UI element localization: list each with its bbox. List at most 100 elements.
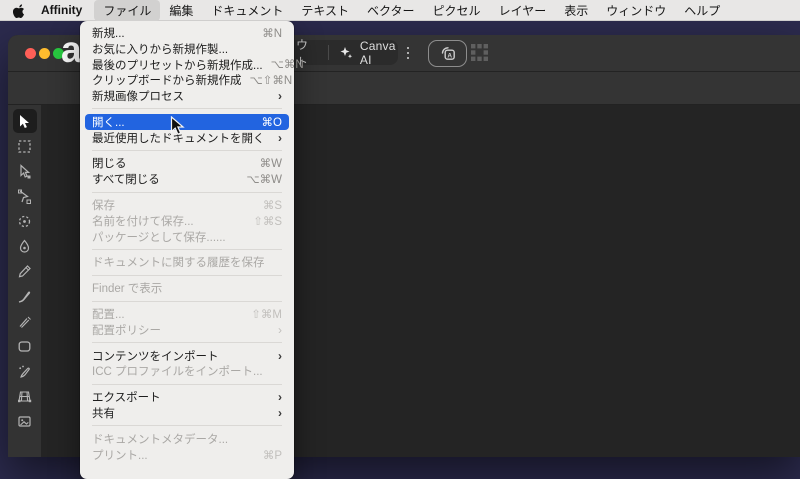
menu-separator	[92, 191, 282, 193]
menu-item-shortcut: ⌥⌘W	[246, 174, 282, 187]
menu-item-shortcut: ⇧⌘S	[253, 215, 282, 228]
menu-item-shortcut: ⌘P	[262, 449, 282, 462]
menu-item-label: 保存	[92, 200, 115, 213]
menu-separator	[92, 383, 282, 385]
menu-item-label: 共有	[92, 408, 115, 421]
menu-item-label: 新規...	[92, 27, 125, 40]
menu-item-shortcut: ⌘N	[262, 27, 282, 40]
toolbar-divider	[328, 45, 329, 60]
menu-item-show-in-finder: Finder で表示	[85, 280, 289, 296]
menu-item-label: 閉じる	[92, 158, 127, 171]
menubar-item-text[interactable]: テキスト	[292, 0, 358, 21]
menubar-item-view[interactable]: 表示	[555, 0, 597, 21]
menu-item-document-metadata: ドキュメントメタデータ...	[85, 431, 289, 447]
menu-item-label: プリント...	[92, 449, 148, 462]
menubar-item-edit[interactable]: 編集	[160, 0, 202, 21]
menu-item-label: ドキュメントに関する履歴を保存	[92, 257, 265, 270]
pixel-brush-tool[interactable]	[13, 359, 37, 383]
menubar-item-document[interactable]: ドキュメント	[202, 0, 292, 21]
menu-item-export[interactable]: エクスポート ›	[85, 389, 289, 405]
selection-brush-tool[interactable]	[13, 209, 37, 233]
menu-item-new[interactable]: 新規... ⌘N	[85, 25, 289, 41]
menu-item-label: ICC プロファイルをインポート...	[92, 366, 263, 379]
menu-item-save: 保存 ⌘S	[85, 197, 289, 213]
menu-item-new-from-favorites[interactable]: お気に入りから新規作製...	[85, 41, 289, 57]
shape-tool[interactable]	[13, 334, 37, 358]
menu-item-new-from-last-preset[interactable]: 最後のプリセットから新規作成... ⌥⌘N	[85, 57, 304, 73]
apple-logo-icon[interactable]	[13, 3, 26, 18]
marquee-selection-tool[interactable]	[13, 134, 37, 158]
svg-text:A: A	[447, 52, 452, 59]
menu-item-save-as-package: パッケージとして保存......	[85, 229, 289, 245]
menu-item-place-policy: 配置ポリシー ›	[85, 322, 289, 338]
pen-tool[interactable]	[13, 234, 37, 258]
menu-item-place: 配置... ⇧⌘M	[85, 306, 289, 322]
menu-separator	[92, 300, 282, 302]
menu-item-import-icc-profile: ICC プロファイルをインポート...	[85, 364, 289, 380]
menu-item-label: クリップボードから新規作成	[92, 75, 242, 88]
menu-item-label: パッケージとして保存......	[92, 231, 226, 244]
submenu-arrow-icon: ›	[278, 89, 282, 104]
menu-item-label: Finder で表示	[92, 283, 163, 296]
menubar-item-window[interactable]: ウィンドウ	[597, 0, 675, 21]
studio-grid-icon[interactable]	[471, 44, 488, 61]
menubar-item-affinity[interactable]: Affinity	[32, 1, 94, 19]
menu-item-label: エクスポート	[92, 392, 161, 405]
menubar-item-layer[interactable]: レイヤー	[490, 0, 556, 21]
file-menu-dropdown: 新規... ⌘N お気に入りから新規作製... 最後のプリセットから新規作成..…	[80, 21, 304, 479]
menu-item-label: お気に入りから新規作製...	[92, 43, 229, 56]
menu-item-close[interactable]: 閉じる ⌘W	[85, 156, 289, 172]
menu-item-label: コンテンツをインポート	[92, 350, 219, 363]
menu-item-share[interactable]: 共有 ›	[85, 405, 289, 421]
menu-item-shortcut: ⌥⇧⌘N	[249, 75, 293, 88]
close-window-button[interactable]	[25, 48, 36, 59]
menu-item-new-image-process[interactable]: 新規画像プロセス ›	[85, 88, 289, 104]
image-frame-tool[interactable]	[13, 409, 37, 433]
menubar-item-vector[interactable]: ベクター	[358, 0, 424, 21]
menu-separator	[92, 274, 282, 276]
mouse-cursor	[170, 115, 186, 141]
menu-separator	[92, 425, 282, 427]
menu-item-print: プリント... ⌘P	[85, 447, 289, 463]
menu-item-open[interactable]: 開く... ⌘O	[85, 113, 289, 130]
pencil-tool[interactable]	[13, 259, 37, 283]
menu-item-shortcut: ⌘S	[262, 200, 282, 213]
persona-switch-button[interactable]: A	[428, 40, 467, 67]
menu-item-shortcut: ⌘W	[259, 158, 282, 171]
menu-item-label: すべて閉じる	[92, 174, 160, 187]
vector-brush-tool[interactable]	[13, 284, 37, 308]
menubar-item-help[interactable]: ヘルプ	[675, 0, 729, 21]
more-options-kebab-icon[interactable]	[402, 43, 414, 63]
menu-item-shortcut: ⌥⌘N	[270, 59, 304, 72]
submenu-arrow-icon: ›	[278, 322, 282, 337]
menu-item-import-content[interactable]: コンテンツをインポート ›	[85, 348, 289, 364]
menu-separator	[92, 249, 282, 251]
direct-selection-tool[interactable]	[13, 159, 37, 183]
canva-ai-button[interactable]: Canva AI	[360, 39, 398, 67]
minimize-window-button[interactable]	[39, 48, 50, 59]
menu-item-save-as: 名前を付けて保存... ⇧⌘S	[85, 213, 289, 229]
mesh-warp-tool[interactable]	[13, 384, 37, 408]
menubar-item-file[interactable]: ファイル	[94, 0, 161, 21]
menu-item-label: ドキュメントメタデータ...	[92, 433, 229, 446]
paint-brush-tool[interactable]	[13, 309, 37, 333]
menu-separator	[92, 108, 282, 110]
submenu-arrow-icon: ›	[278, 348, 282, 363]
canva-ai-sparkle-icon	[339, 46, 353, 60]
node-tool[interactable]	[13, 184, 37, 208]
menu-item-save-history: ドキュメントに関する履歴を保存	[85, 255, 289, 271]
menu-item-new-from-clipboard[interactable]: クリップボードから新規作成 ⌥⇧⌘N	[85, 72, 292, 88]
persona-a-icon: A	[441, 47, 455, 60]
menu-item-close-all[interactable]: すべて閉じる ⌥⌘W	[85, 171, 289, 187]
submenu-arrow-icon: ›	[278, 406, 282, 421]
macos-menubar: Affinity ファイル 編集 ドキュメント テキスト ベクター ピクセル レ…	[0, 0, 800, 21]
menu-item-shortcut: ⌘O	[261, 116, 282, 129]
menubar-item-pixel[interactable]: ピクセル	[424, 0, 490, 21]
menu-item-open-recent[interactable]: 最近使用したドキュメントを開く ›	[85, 130, 289, 146]
menu-item-label: 新規画像プロセス	[92, 91, 184, 104]
submenu-arrow-icon: ›	[278, 390, 282, 405]
menu-separator	[92, 342, 282, 344]
menu-item-shortcut: ⇧⌘M	[251, 309, 282, 322]
menu-item-label: 最後のプリセットから新規作成...	[92, 59, 263, 72]
move-tool[interactable]	[12, 109, 37, 133]
